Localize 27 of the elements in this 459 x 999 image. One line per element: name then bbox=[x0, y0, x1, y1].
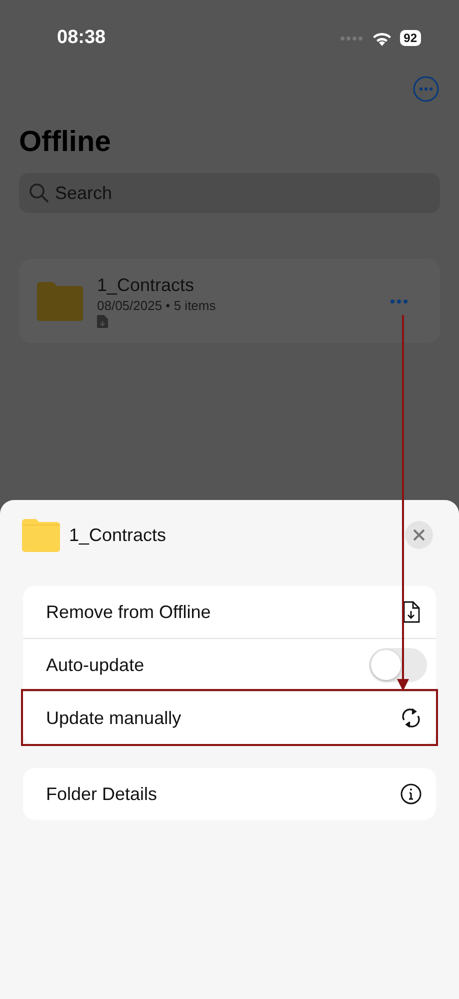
page-title: Offline bbox=[19, 126, 112, 159]
status-time: 08:38 bbox=[57, 27, 107, 49]
file-download-icon bbox=[402, 601, 420, 623]
menu-item-label: Update manually bbox=[46, 708, 182, 728]
highlighted-menu-item[interactable]: Update manually bbox=[23, 691, 436, 744]
signal-icon bbox=[340, 36, 364, 40]
menu-item-label: Folder Details bbox=[46, 784, 158, 804]
menu-item[interactable]: Remove from Offline bbox=[23, 586, 436, 638]
folder-name: 1_Contracts bbox=[97, 274, 196, 296]
info-icon bbox=[400, 783, 422, 805]
folder-icon bbox=[22, 518, 60, 552]
sheet-title: 1_Contracts bbox=[69, 524, 168, 546]
wifi-icon bbox=[372, 30, 392, 46]
folder-meta: 08/05/2025 • 5 items bbox=[97, 298, 217, 312]
battery-level: 92 bbox=[400, 30, 421, 46]
search-icon bbox=[29, 183, 49, 203]
close-icon bbox=[413, 529, 425, 541]
folder-icon bbox=[37, 281, 83, 321]
refresh-icon bbox=[400, 707, 422, 729]
menu-item[interactable]: Auto-update bbox=[23, 638, 436, 691]
menu-item[interactable]: Folder Details bbox=[23, 768, 436, 820]
close-button[interactable] bbox=[405, 521, 433, 549]
search-field[interactable]: Search bbox=[19, 173, 440, 213]
menu-item-label: Remove from Offline bbox=[46, 602, 212, 622]
toggle-switch[interactable] bbox=[369, 648, 427, 682]
offline-file-icon bbox=[97, 314, 108, 328]
menu-item-label: Auto-update bbox=[46, 654, 146, 676]
